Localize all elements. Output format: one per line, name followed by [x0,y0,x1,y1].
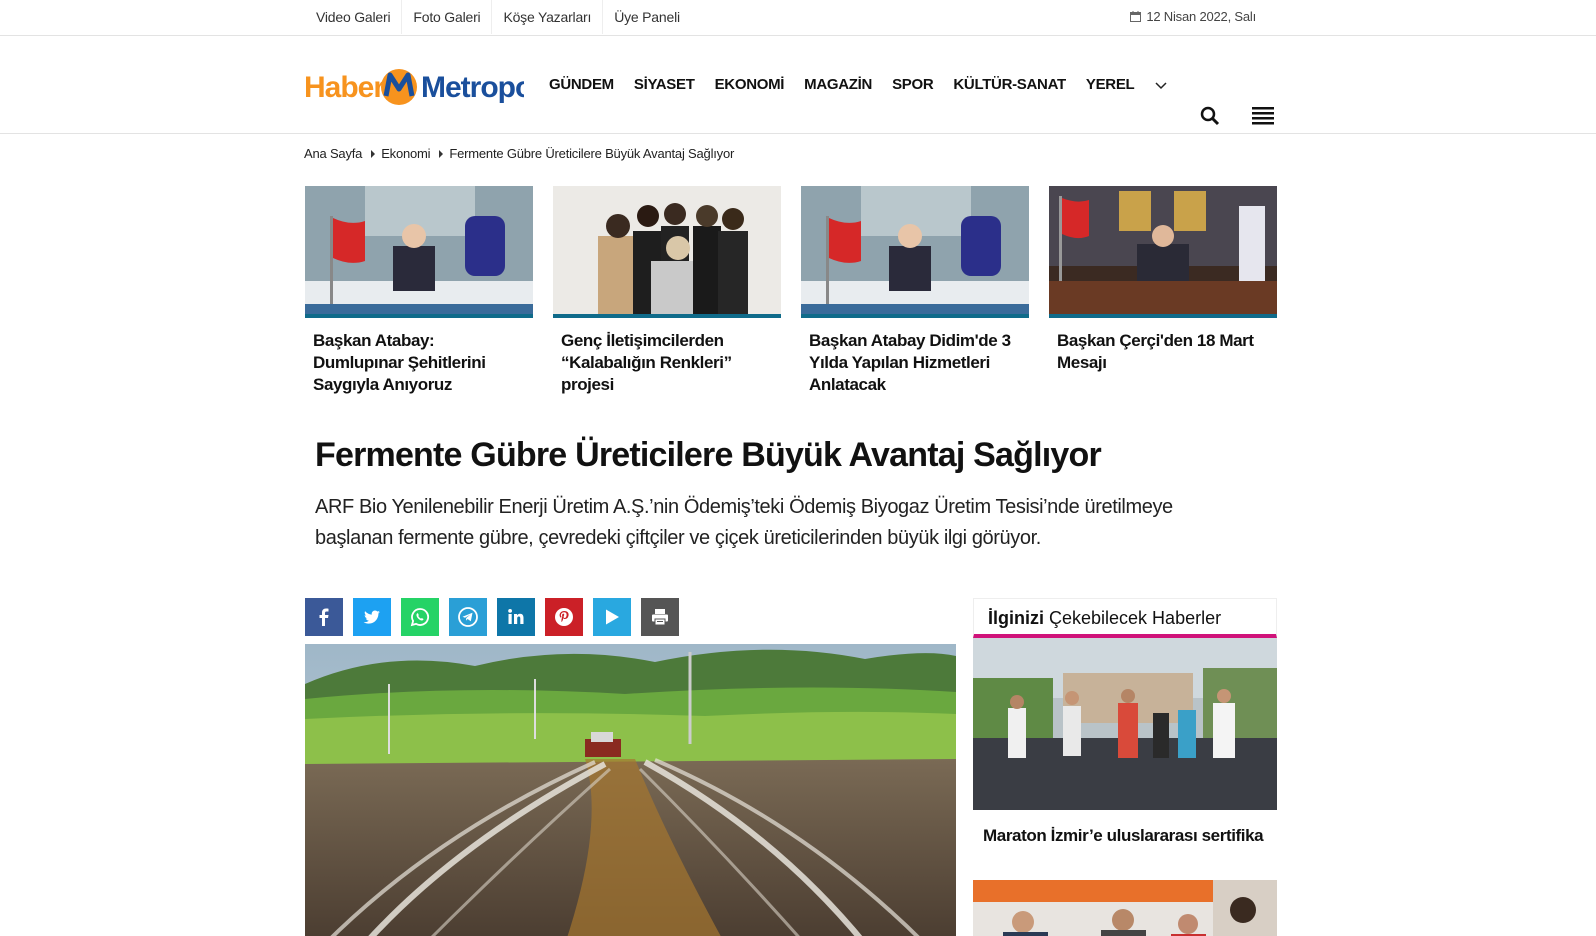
news-card-image[interactable] [801,186,1029,318]
nav-gundem[interactable]: GÜNDEM [549,76,614,93]
news-card-image[interactable] [305,186,533,318]
share-play-button[interactable] [593,598,631,636]
date-text: 12 Nisan 2022, Salı [1146,9,1256,24]
linkedin-icon [508,609,524,624]
article-summary: ARF Bio Yenilenebilir Enerji Üretim A.Ş.… [315,496,1173,549]
sidebar-news-title[interactable]: Maraton İzmir’e uluslararası sertifika [973,810,1277,846]
share-linkedin-button[interactable] [497,598,535,636]
share-facebook-button[interactable] [305,598,343,636]
share-whatsapp-button[interactable] [401,598,439,636]
breadcrumb: Ana Sayfa Ekonomi Fermente Gübre Üretici… [304,146,734,161]
play-icon [606,609,619,625]
news-card[interactable]: Genç İletişimcilerden “Kalabalığın Renkl… [553,186,781,396]
share-twitter-button[interactable] [353,598,391,636]
related-news-cards: Başkan Atabay: Dumlupınar Şehitlerini Sa… [305,186,1277,396]
calendar-icon [1130,11,1142,22]
news-card[interactable]: Başkan Atabay: Dumlupınar Şehitlerini Sa… [305,186,533,396]
caret-right-icon [439,149,444,158]
sidebar-heading: İlginizi Çekebilecek Haberler [973,598,1277,638]
article-title: Fermente Gübre Üreticilere Büyük Avantaj… [315,436,1102,474]
top-links: Video Galeri Foto Galeri Köşe Yazarları … [305,0,691,34]
sidebar-heading-rest: Çekebilecek Haberler [1044,608,1222,628]
news-card-title[interactable]: Genç İletişimcilerden “Kalabalığın Renkl… [553,318,781,396]
breadcrumb-category[interactable]: Ekonomi [381,146,430,161]
nav-spor[interactable]: SPOR [892,76,934,93]
nav-kultur-sanat[interactable]: KÜLTÜR-SANAT [953,76,1066,93]
pinterest-icon [555,608,573,626]
chevron-down-icon[interactable] [1154,78,1168,92]
logo-word-haber: Haber [304,71,385,104]
nav-siyaset[interactable]: SİYASET [634,76,695,93]
sidebar-news-image[interactable] [973,638,1277,810]
facebook-icon [319,608,329,626]
news-card-title[interactable]: Başkan Atabay: Dumlupınar Şehitlerini Sa… [305,318,533,396]
breadcrumb-home[interactable]: Ana Sayfa [304,146,362,161]
top-link-foto-galeri[interactable]: Foto Galeri [401,0,491,34]
telegram-icon [458,607,478,627]
site-header: Haber Metropol GÜNDEM SİYASET EKONOMİ MA… [0,36,1596,134]
nav-yerel[interactable]: YEREL [1086,76,1135,93]
related-sidebar: İlginizi Çekebilecek Haberler Maraton İz… [973,598,1277,936]
print-button[interactable] [641,598,679,636]
twitter-icon [363,610,380,624]
news-card-title[interactable]: Başkan Atabay Didim'de 3 Yılda Yapılan H… [801,318,1029,396]
article-main-image [305,644,956,936]
news-card-title[interactable]: Başkan Çerçi'den 18 Mart Mesajı [1049,318,1277,374]
share-telegram-button[interactable] [449,598,487,636]
top-link-video-galeri[interactable]: Video Galeri [305,0,401,34]
breadcrumb-current: Fermente Gübre Üreticilere Büyük Avantaj… [449,146,735,161]
nav-magazin[interactable]: MAGAZİN [804,76,872,93]
logo-word-metropol: Metropol [421,71,524,104]
logo-mark-icon [381,69,417,105]
top-link-uye-paneli[interactable]: Üye Paneli [602,0,691,34]
whatsapp-icon [410,608,429,627]
news-card[interactable]: Başkan Çerçi'den 18 Mart Mesajı [1049,186,1277,396]
search-icon[interactable] [1200,106,1220,126]
sidebar-news-image[interactable] [973,880,1277,936]
share-pinterest-button[interactable] [545,598,583,636]
site-logo[interactable]: Haber Metropol [304,60,541,116]
print-icon [652,609,668,626]
date-display: 12 Nisan 2022, Salı [1130,9,1256,24]
hamburger-menu-icon[interactable] [1252,106,1276,126]
main-nav: GÜNDEM SİYASET EKONOMİ MAGAZİN SPOR KÜLT… [549,76,1168,93]
nav-ekonomi[interactable]: EKONOMİ [715,76,785,93]
news-card-image[interactable] [1049,186,1277,318]
sidebar-heading-bold: İlginizi [988,608,1044,628]
top-bar: Video Galeri Foto Galeri Köşe Yazarları … [0,0,1596,36]
caret-right-icon [371,149,376,158]
top-link-kose-yazarlari[interactable]: Köşe Yazarları [491,0,602,34]
share-bar [305,598,679,636]
news-card[interactable]: Başkan Atabay Didim'de 3 Yılda Yapılan H… [801,186,1029,396]
news-card-image[interactable] [553,186,781,318]
